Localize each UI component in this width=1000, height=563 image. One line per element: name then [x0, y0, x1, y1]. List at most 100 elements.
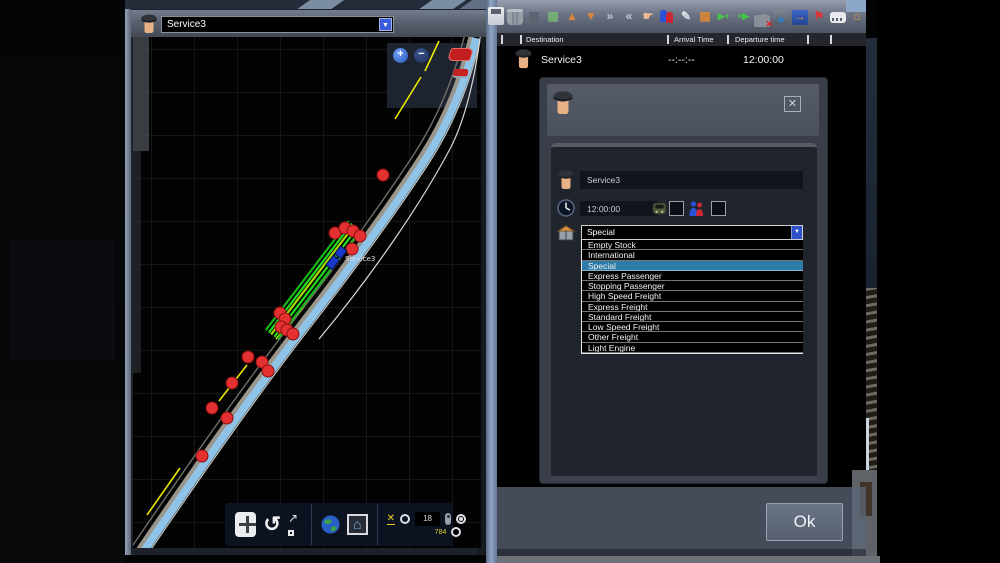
service-name-field[interactable]: Service3 [580, 171, 803, 189]
driver-avatar-icon [552, 89, 574, 117]
column-divider [501, 35, 503, 44]
type-option[interactable]: Standard Freight [582, 312, 803, 322]
stop-marker[interactable] [262, 365, 274, 377]
passengers-icon[interactable] [659, 7, 675, 25]
dropdown-arrow-icon[interactable]: ▼ [791, 226, 802, 239]
service-dropdown-value: Service3 [167, 19, 206, 30]
train-icon [652, 202, 667, 215]
gauge-icon [445, 513, 451, 525]
move-node-button[interactable]: ↗ [288, 511, 302, 539]
toolbar-icons: ▦▦▲▼»«☛✎▦▶++▶→⚑⌂ [488, 7, 865, 27]
stop-marker[interactable] [346, 243, 358, 255]
stop-marker[interactable] [196, 450, 208, 462]
depot-icon[interactable]: ⌂ [849, 7, 865, 25]
stop-marker[interactable] [354, 230, 366, 242]
column-divider [830, 35, 832, 44]
timetable-header: Destination Arrival Time Departure time [497, 33, 866, 46]
scale-value: 784 [435, 529, 447, 536]
column-departure: Departure time [735, 35, 785, 44]
type-option[interactable]: Low Speed Freight [582, 322, 803, 332]
portal-icon[interactable]: → [792, 10, 808, 25]
keyboard-icon[interactable] [830, 12, 846, 23]
window-left-edge [125, 9, 131, 555]
consist-box-icon [557, 224, 576, 242]
type-option[interactable]: Special [582, 261, 803, 271]
close-icon[interactable]: ✕ [784, 96, 801, 112]
add-node-icon[interactable]: +▶ [735, 7, 751, 25]
type-option[interactable]: Other Freight [582, 332, 803, 342]
delete-icon[interactable] [507, 9, 523, 25]
map-toolbar: ↺ ↗ ⌂ ✕ 18 784 [225, 503, 453, 546]
dropdown-arrow-icon[interactable]: ▼ [379, 18, 392, 31]
departure-time-field[interactable]: 12:00:00 [580, 201, 658, 216]
map-window-titlebar: Service3 ▼ [131, 10, 486, 37]
shift-right-icon[interactable]: » [602, 7, 618, 25]
stop-marker[interactable] [226, 377, 238, 389]
pan-tool-button[interactable] [235, 512, 256, 537]
passengers-icon [688, 200, 705, 217]
service-name-value: Service3 [587, 175, 620, 185]
track-layer: Service3 [133, 37, 481, 548]
zoom-out-icon[interactable]: − [414, 48, 429, 63]
train-option-checkbox[interactable] [669, 201, 684, 216]
row-destination: Service3 [541, 54, 582, 66]
consist-legend-icon[interactable] [447, 48, 474, 61]
app-root: Service3 ▼ [0, 0, 1000, 563]
service-type-value: Special [587, 227, 615, 237]
pointer-hand-icon[interactable]: ☛ [640, 7, 656, 25]
properties-icon[interactable] [773, 10, 789, 24]
service-type-dropdown[interactable]: Special ▼ [581, 225, 803, 240]
flag-icon[interactable]: ⚑ [811, 7, 827, 25]
type-option[interactable]: Stopping Passenger [582, 281, 803, 291]
column-arrival: Arrival Time [674, 35, 714, 44]
stop-marker[interactable] [242, 351, 254, 363]
home-view-button[interactable]: ⌂ [347, 514, 368, 535]
raise-terrain-icon[interactable]: ▲ [564, 7, 580, 25]
tiles-icon[interactable]: ▦ [697, 7, 713, 25]
type-option[interactable]: Light Engine [582, 343, 803, 353]
service-dropdown[interactable]: Service3 ▼ [161, 16, 394, 33]
save-icon[interactable] [488, 7, 504, 25]
stop-marker[interactable] [206, 402, 218, 414]
column-destination: Destination [526, 35, 564, 44]
zoom-in-icon[interactable]: + [393, 48, 408, 63]
passengers-option-checkbox[interactable] [711, 201, 726, 216]
column-divider [520, 35, 522, 44]
train-label: Service3 [345, 255, 375, 263]
grid-green-icon[interactable]: ▦ [545, 7, 561, 25]
stop-marker[interactable] [377, 169, 389, 181]
add-route-icon[interactable]: ▶+ [716, 7, 732, 25]
world-view-button[interactable] [321, 515, 340, 534]
shift-left-icon[interactable]: « [621, 7, 637, 25]
rotate-tool-button[interactable]: ↺ [263, 514, 281, 535]
building-3d [866, 38, 877, 288]
map-mode-radio-selected[interactable] [456, 514, 466, 524]
stop-marker[interactable] [287, 328, 299, 340]
type-option[interactable]: High Speed Freight [582, 291, 803, 301]
type-option[interactable]: International [582, 250, 803, 260]
map-mode-radio[interactable] [451, 527, 461, 537]
type-option[interactable]: Empty Stock [582, 240, 803, 250]
edit-icon[interactable]: ✎ [678, 7, 694, 25]
dark-ground-shape [0, 400, 125, 563]
ok-button[interactable]: Ok [766, 503, 843, 541]
type-option[interactable]: Express Freight [582, 302, 803, 312]
column-divider [667, 35, 669, 44]
signal-mast-icon: ✕ [387, 514, 395, 525]
dialog-header: ✕ [547, 84, 819, 136]
lower-terrain-icon[interactable]: ▼ [583, 7, 599, 25]
service-type-option-list: Empty StockInternationalSpecialExpress P… [581, 240, 803, 354]
track-map[interactable]: Service3 + − ↺ ↗ ⌂ ✕ 18 [133, 37, 481, 548]
grid-dark-icon[interactable]: ▦ [526, 7, 542, 25]
row-departure: 12:00:00 [743, 54, 784, 66]
world-view-left [0, 0, 125, 563]
dialog-panel: Service3 12:00:00 Special ▼ Empty StockI… [551, 143, 817, 480]
consist-legend-small-icon[interactable] [452, 69, 470, 78]
lock-deny-icon[interactable] [754, 15, 770, 27]
stop-marker[interactable] [221, 412, 233, 424]
stop-markers [196, 169, 389, 462]
type-option[interactable]: Express Passenger [582, 271, 803, 281]
map-mode-radio[interactable] [400, 514, 410, 524]
driver-avatar-icon [514, 48, 533, 70]
dark-background [877, 0, 1000, 563]
